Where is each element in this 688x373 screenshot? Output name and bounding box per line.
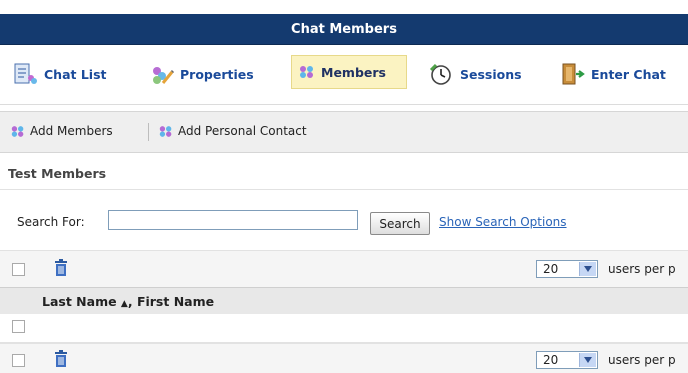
section-title: Test Members <box>8 166 107 181</box>
per-page-label: users per p <box>608 353 676 367</box>
row-checkbox[interactable] <box>12 320 25 333</box>
nav-sessions[interactable]: Sessions <box>428 57 522 91</box>
nav-chat-list[interactable]: Chat List <box>12 57 107 91</box>
add-personal-contact-button[interactable]: Add Personal Contact <box>158 124 307 138</box>
nav-sessions-label: Sessions <box>460 66 522 82</box>
column-header-name[interactable]: Last Name ▲, First Name <box>42 294 214 309</box>
per-page-select[interactable]: 20 <box>536 260 598 278</box>
select-all-checkbox[interactable] <box>12 354 25 367</box>
nav-members-label: Members <box>321 64 386 80</box>
members-icon <box>159 125 172 137</box>
trash-icon[interactable] <box>54 259 68 277</box>
nav-properties[interactable]: Properties <box>148 57 254 91</box>
chevron-down-icon <box>579 262 596 276</box>
show-search-options-link[interactable]: Show Search Options <box>439 215 567 229</box>
table-row <box>0 314 688 343</box>
search-input[interactable] <box>108 210 358 230</box>
enter-chat-icon <box>562 63 585 85</box>
add-personal-contact-label: Add Personal Contact <box>178 124 307 138</box>
column-header-last-name: Last Name <box>42 294 121 309</box>
page-title: Chat Members <box>291 21 397 37</box>
members-icon <box>300 66 313 78</box>
add-members-label: Add Members <box>30 124 113 138</box>
list-toolbar-bottom: 20 users per p <box>0 343 688 373</box>
trash-icon[interactable] <box>54 350 68 368</box>
search-button[interactable]: Search <box>370 212 430 235</box>
nav-properties-label: Properties <box>180 66 254 82</box>
nav-enter-chat[interactable]: Enter Chat <box>559 57 666 91</box>
page-title-bar: Chat Members <box>0 14 688 45</box>
sort-asc-icon: ▲ <box>120 299 128 309</box>
list-toolbar-top: 20 users per p <box>0 250 688 287</box>
add-members-button[interactable]: Add Members <box>10 124 113 138</box>
column-header-first-name: , First Name <box>127 294 215 309</box>
select-all-checkbox[interactable] <box>12 263 25 276</box>
nav-chat-list-label: Chat List <box>44 66 107 82</box>
nav-bar: Chat List Properties Members Sessions En… <box>0 46 688 105</box>
per-page-value: 20 <box>543 353 559 367</box>
chevron-down-icon <box>579 353 596 367</box>
properties-icon <box>153 67 174 84</box>
chat-list-icon <box>14 63 37 84</box>
search-label: Search For: <box>17 215 85 229</box>
nav-members[interactable]: Members <box>291 55 407 89</box>
table-header: Last Name ▲, First Name <box>0 287 688 315</box>
members-icon <box>11 125 24 137</box>
toolbar-divider <box>148 123 149 141</box>
action-toolbar: Add Members Add Personal Contact <box>0 111 688 153</box>
per-page-select[interactable]: 20 <box>536 351 598 369</box>
nav-enter-chat-label: Enter Chat <box>591 66 666 82</box>
section-divider <box>0 189 688 190</box>
per-page-label: users per p <box>608 262 676 276</box>
per-page-value: 20 <box>543 262 559 276</box>
sessions-icon <box>429 63 451 85</box>
